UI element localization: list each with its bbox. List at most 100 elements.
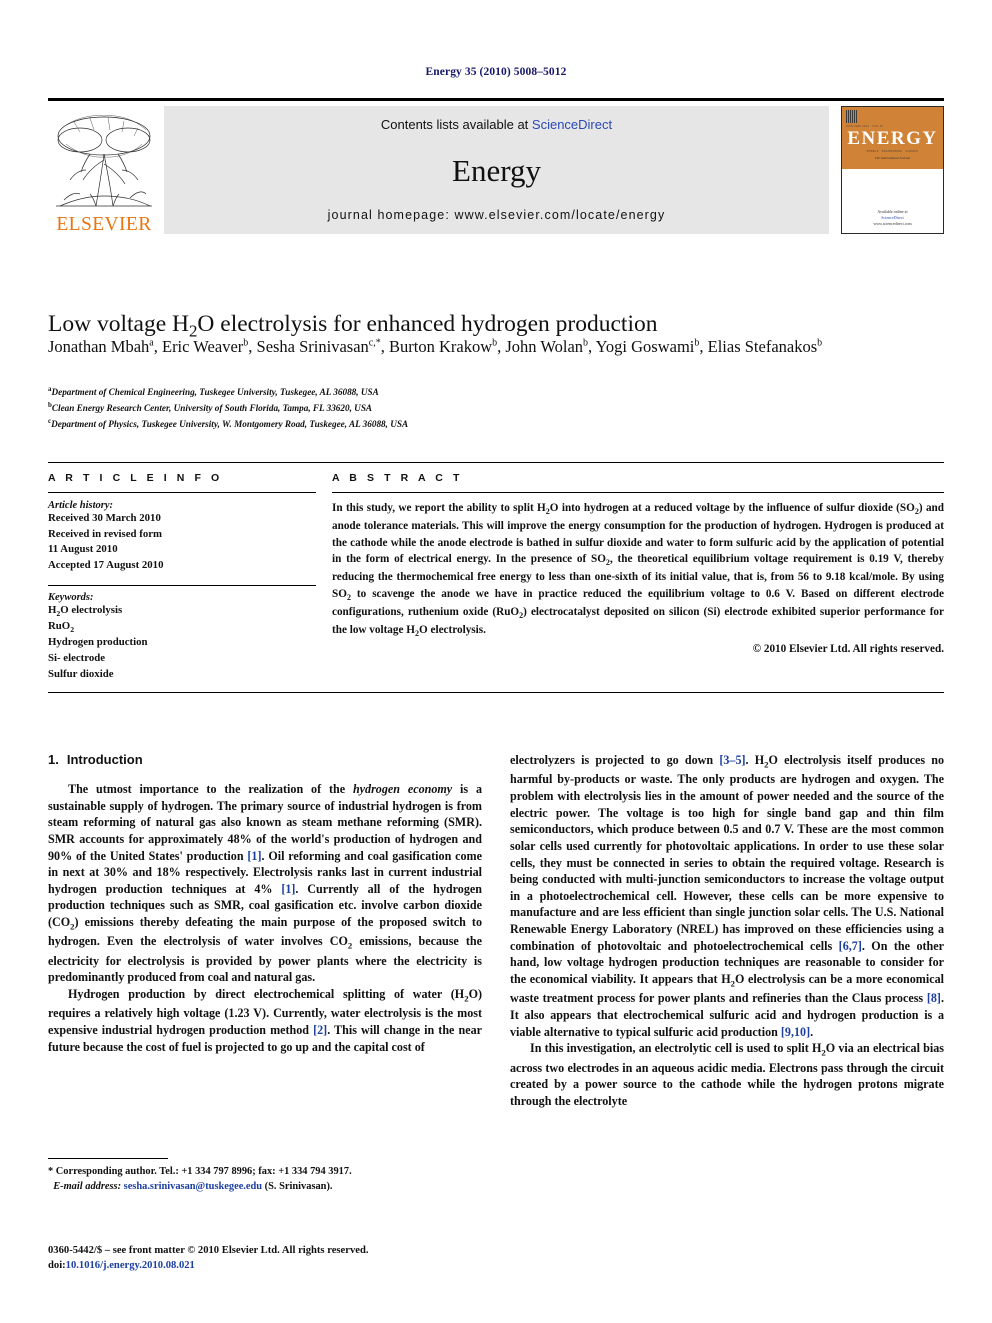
article-history-item: 11 August 2010 bbox=[48, 543, 118, 556]
author-affiliation-mark: b bbox=[694, 337, 700, 349]
citation-ref[interactable]: [2] bbox=[313, 1023, 327, 1037]
divider bbox=[48, 692, 944, 694]
paper-page: Energy 35 (2010) 5008–5012 ELSEVIER Cont… bbox=[0, 0, 992, 1323]
author-affiliation-mark: c,* bbox=[368, 337, 381, 349]
abstract-copyright: © 2010 Elsevier Ltd. All rights reserved… bbox=[752, 642, 944, 655]
affiliation-list: aDepartment of Chemical Engineering, Tus… bbox=[48, 384, 938, 432]
section-number: 1. bbox=[48, 752, 59, 767]
affiliation-mark: c bbox=[48, 417, 52, 426]
author-name: Elias Stefanakos bbox=[707, 337, 818, 356]
author-name: Yogi Goswami bbox=[595, 337, 695, 356]
title-part-2: O electrolysis for enhanced hydrogen pro… bbox=[197, 310, 658, 337]
cover-bottom-panel: Available online at ScienceDirect www.sc… bbox=[842, 169, 943, 233]
cover-tagline: The International Journal bbox=[874, 156, 911, 160]
author-name: Jonathan Mbah bbox=[48, 337, 150, 356]
affiliation-item: cDepartment of Physics, Tuskegee Univers… bbox=[48, 417, 409, 430]
doi-link[interactable]: 10.1016/j.energy.2010.08.021 bbox=[66, 1260, 195, 1271]
sciencedirect-link[interactable]: ScienceDirect bbox=[532, 117, 612, 132]
journal-title: Energy bbox=[452, 152, 541, 188]
author-name: Burton Krakow bbox=[389, 337, 493, 356]
article-history-lines: Received 30 March 2010 Received in revise… bbox=[48, 511, 316, 574]
article-history-item: Received 30 March 2010 bbox=[48, 512, 161, 524]
footnote-area: * Corresponding author. Tel.: +1 334 797… bbox=[48, 1158, 482, 1194]
paragraph: electrolyzers is projected to go down [3… bbox=[510, 753, 944, 1039]
section-heading-introduction: 1. Introduction bbox=[48, 752, 482, 767]
body-column-right: electrolyzers is projected to go down [3… bbox=[510, 752, 944, 1109]
keyword-item: RuO2 bbox=[48, 620, 75, 635]
keywords-block: Keywords: H2O electrolysis RuO2 Hydrogen p… bbox=[48, 584, 316, 683]
keyword-item: Sulfur dioxide bbox=[48, 667, 114, 680]
article-history-item: Received in revised form bbox=[48, 527, 163, 540]
cover-sd-url: www.sciencedirect.com bbox=[873, 221, 912, 226]
article-info-abstract-block: A R T I C L E I N F O Article history: R… bbox=[48, 462, 944, 694]
cover-sd-brand: ScienceDirect bbox=[881, 215, 904, 220]
affiliation-item: bClean Energy Research Center, Universit… bbox=[48, 401, 373, 414]
email-suffix: (S. Srinivasan). bbox=[262, 1181, 333, 1193]
author-name: Sesha Srinivasan bbox=[256, 337, 369, 356]
contents-prefix: Contents lists available at bbox=[380, 117, 532, 132]
imprint-block: 0360-5442/$ – see front matter © 2010 El… bbox=[48, 1243, 488, 1274]
article-history-item: Accepted 17 August 2010 bbox=[48, 558, 164, 571]
author-affiliation-mark: b bbox=[243, 337, 249, 349]
email-link[interactable]: sesha.srinivasan@tuskegee.edu bbox=[124, 1181, 262, 1192]
email-note: E-mail address: sesha.srinivasan@tuskege… bbox=[48, 1179, 482, 1194]
citation-ref[interactable]: [9,10] bbox=[781, 1025, 810, 1039]
section-title: Introduction bbox=[66, 752, 143, 767]
author-affiliation-mark: b bbox=[817, 337, 823, 349]
article-info-heading: A R T I C L E I N F O bbox=[48, 472, 223, 484]
elsevier-tree-icon bbox=[56, 114, 152, 206]
citation-ref[interactable]: [3–5] bbox=[719, 753, 745, 767]
cover-journal-title: ENERGY bbox=[847, 128, 938, 149]
title-part-1: Low voltage H bbox=[48, 310, 189, 337]
journal-homepage[interactable]: journal homepage: www.elsevier.com/locat… bbox=[328, 208, 666, 222]
article-body: 1. Introduction The utmost importance to … bbox=[48, 752, 944, 1109]
abstract-text: In this study, we report the ability to … bbox=[332, 502, 944, 638]
cover-subjects: ENERGY ENGINEERING SCIENCE bbox=[866, 150, 919, 153]
running-head: Energy 35 (2010) 5008–5012 bbox=[425, 66, 567, 78]
cover-sciencedirect-block: Available online at ScienceDirect www.sc… bbox=[873, 209, 911, 227]
footnote-divider bbox=[48, 1158, 168, 1159]
cover-top-band: ISSN 0360-5442 VOL 35 ENERGY ENERGY ENGI… bbox=[842, 107, 943, 169]
journal-masthead: ELSEVIER Contents lists available at Sci… bbox=[48, 98, 944, 234]
author-affiliation-mark: b bbox=[492, 337, 498, 349]
affiliation-item: aDepartment of Chemical Engineering, Tus… bbox=[48, 385, 379, 398]
paragraph: Hydrogen production by direct electroche… bbox=[48, 987, 482, 1054]
divider bbox=[48, 492, 316, 493]
citation-ref[interactable]: [8] bbox=[927, 991, 941, 1005]
author-affiliation-mark: a bbox=[149, 337, 154, 349]
author-name: Eric Weaver bbox=[161, 337, 244, 356]
article-info-column: A R T I C L E I N F O Article history: R… bbox=[48, 472, 316, 682]
paragraph: The utmost importance to the realization… bbox=[48, 782, 483, 985]
right-column-paragraphs: electrolyzers is projected to go down [3… bbox=[510, 752, 944, 1109]
elsevier-wordmark: ELSEVIER bbox=[56, 213, 152, 235]
doi-line: doi:10.1016/j.energy.2010.08.021 bbox=[48, 1258, 488, 1273]
paragraph: In this investigation, an electrolytic c… bbox=[510, 1041, 944, 1108]
journal-cover-thumbnail: ISSN 0360-5442 VOL 35 ENERGY ENERGY ENGI… bbox=[841, 106, 944, 234]
keyword-item: Hydrogen production bbox=[48, 636, 148, 649]
keyword-item: H2O electrolysis bbox=[48, 603, 123, 618]
cover-sd-label: Available online at bbox=[877, 209, 908, 214]
citation-ref[interactable]: [1] bbox=[247, 849, 261, 863]
divider bbox=[332, 492, 944, 493]
cover-barcode-icon bbox=[846, 110, 858, 123]
email-label: E-mail address: bbox=[53, 1181, 122, 1193]
author-list: Jonathan Mbaha, Eric Weaverb, Sesha Srin… bbox=[48, 337, 823, 356]
affiliation-mark: a bbox=[48, 385, 52, 393]
divider bbox=[48, 584, 316, 586]
doi-label: doi: bbox=[48, 1260, 66, 1272]
corresponding-author-note: * Corresponding author. Tel.: +1 334 797… bbox=[48, 1166, 352, 1177]
keyword-item: Si- electrode bbox=[48, 652, 106, 665]
author-affiliation-mark: b bbox=[583, 337, 589, 349]
author-name: John Wolan bbox=[505, 337, 584, 356]
keywords-label: Keywords: bbox=[48, 591, 94, 603]
abstract-column: A B S T R A C T In this study, we report… bbox=[332, 472, 944, 682]
affiliation-mark: b bbox=[48, 401, 52, 410]
citation-ref[interactable]: [1] bbox=[281, 882, 295, 896]
left-column-paragraphs: The utmost importance to the realization… bbox=[48, 781, 482, 1055]
masthead-center: Contents lists available at ScienceDirec… bbox=[164, 106, 829, 234]
contents-available-line: Contents lists available at ScienceDirec… bbox=[381, 117, 612, 132]
article-history-label: Article history: bbox=[48, 500, 114, 511]
imprint-line: 0360-5442/$ – see front matter © 2010 El… bbox=[48, 1245, 369, 1256]
keywords-list: H2O electrolysis RuO2 Hydrogen production S… bbox=[48, 603, 316, 683]
citation-ref[interactable]: [6,7] bbox=[839, 939, 862, 953]
